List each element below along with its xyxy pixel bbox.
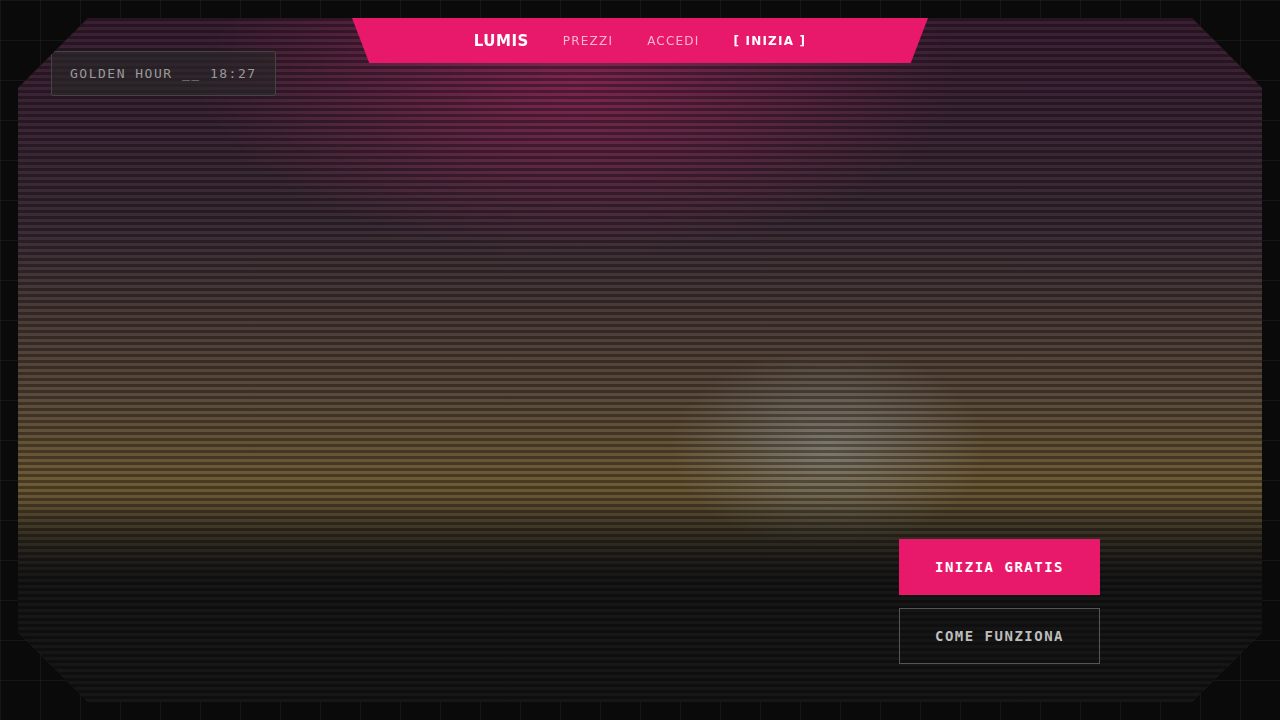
- nav-link[interactable]: ACCEDI: [647, 34, 699, 48]
- page: GOLDEN HOUR __ 18:27 INIZIA GRATIS COME F…: [0, 0, 1280, 720]
- hero-actions: INIZIA GRATIS COME FUNZIONA: [899, 539, 1100, 664]
- nav-brand[interactable]: LUMIS: [474, 32, 529, 50]
- scanlines: [18, 18, 1262, 702]
- secondary-button[interactable]: COME FUNZIONA: [899, 608, 1100, 664]
- nav-link[interactable]: PREZZI: [563, 34, 613, 48]
- primary-button[interactable]: INIZIA GRATIS: [899, 539, 1100, 595]
- time-badge: GOLDEN HOUR __ 18:27: [51, 51, 276, 96]
- hero-photo: [18, 18, 1262, 702]
- hero: GOLDEN HOUR __ 18:27 INIZIA GRATIS COME F…: [18, 18, 1262, 702]
- top-nav: LUMIS PREZZI ACCEDI [ INIZIA ]: [352, 18, 928, 63]
- nav-cta[interactable]: [ INIZIA ]: [733, 34, 806, 48]
